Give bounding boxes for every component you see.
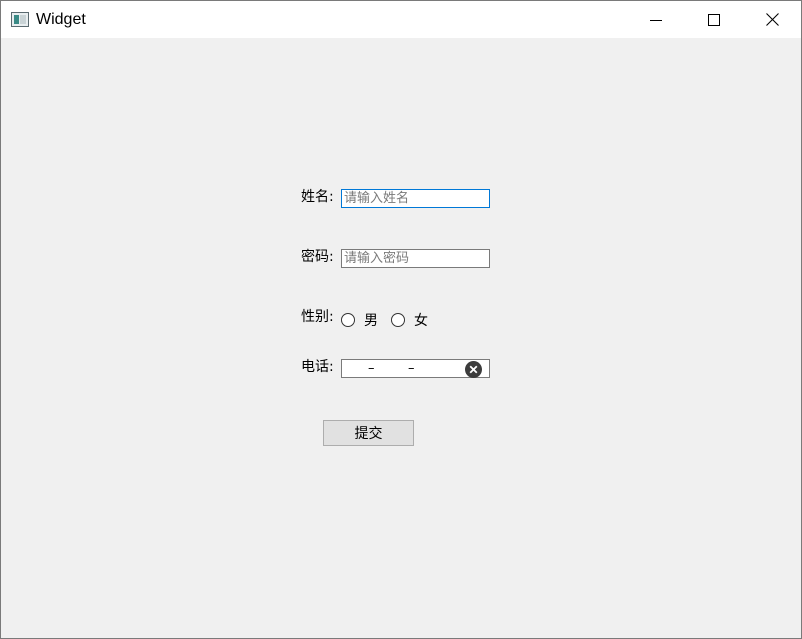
radio-circle[interactable]: [341, 313, 355, 327]
minimize-icon: [650, 19, 662, 21]
window-title: Widget: [36, 11, 86, 28]
radio-label-female: 女: [414, 313, 428, 329]
password-field[interactable]: [341, 249, 490, 268]
password-label: 密码:: [301, 249, 334, 265]
gender-radio-male[interactable]: 男: [341, 310, 378, 330]
phone-mask-separator: –: [408, 361, 415, 376]
clear-circle-icon[interactable]: [465, 361, 482, 378]
gender-radio-female[interactable]: 女: [391, 310, 428, 330]
name-label: 姓名:: [301, 189, 334, 205]
app-window: Widget 姓名: 密码: 性别: 男: [0, 0, 802, 639]
radio-label-male: 男: [364, 313, 378, 329]
maximize-button[interactable]: [685, 1, 743, 38]
gender-label: 性别:: [301, 309, 334, 325]
title-bar[interactable]: Widget: [1, 1, 801, 38]
name-field[interactable]: [341, 189, 490, 208]
app-window-icon: [11, 12, 29, 27]
submit-button[interactable]: 提交: [323, 420, 414, 446]
minimize-button[interactable]: [627, 1, 685, 38]
phone-mask-separator: –: [368, 361, 375, 376]
name-input[interactable]: [342, 190, 489, 207]
close-icon: [765, 13, 779, 26]
password-input[interactable]: [342, 250, 489, 267]
phone-label: 电话:: [301, 359, 334, 375]
maximize-icon: [708, 13, 720, 26]
close-button[interactable]: [743, 1, 801, 38]
radio-circle[interactable]: [391, 313, 405, 327]
phone-field[interactable]: – –: [341, 359, 490, 378]
